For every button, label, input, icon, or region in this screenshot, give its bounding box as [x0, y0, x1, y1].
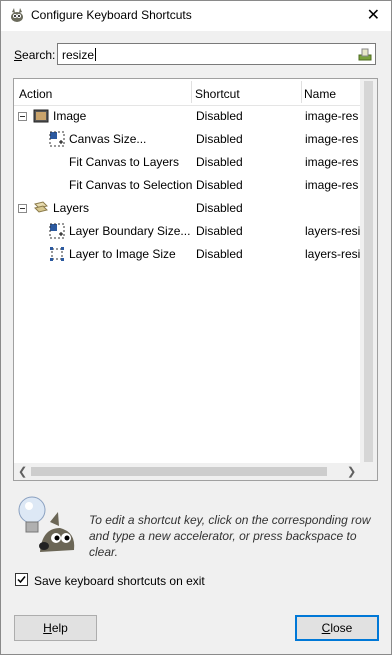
column-divider — [301, 81, 302, 103]
collapse-icon[interactable] — [18, 112, 27, 121]
column-header-shortcut[interactable]: Shortcut — [195, 87, 240, 101]
search-label: Search: — [14, 48, 56, 62]
save-shortcuts-checkbox[interactable] — [15, 573, 28, 586]
gimp-app-icon — [11, 8, 23, 22]
window-title: Configure Keyboard Shortcuts — [31, 8, 192, 22]
horizontal-scroll-thumb[interactable] — [31, 467, 327, 476]
close-button[interactable]: Close — [295, 615, 379, 641]
layer-to-image-icon — [50, 247, 64, 261]
clear-search-icon[interactable] — [358, 47, 372, 61]
horizontal-scrollbar[interactable]: ❮ ❯ — [14, 463, 377, 480]
image-icon — [33, 109, 49, 123]
search-input-value: resize — [62, 48, 97, 62]
layer-boundary-icon — [49, 223, 65, 239]
wilber-lightbulb-icon — [18, 496, 75, 552]
checkmark-icon — [17, 576, 26, 584]
search-label-mnemonic: S — [14, 48, 23, 62]
scroll-right-icon[interactable]: ❯ — [347, 465, 356, 478]
column-divider — [191, 81, 192, 103]
help-button[interactable]: Help — [14, 615, 97, 641]
table-row[interactable]: Fit Canvas to Selection Disabled image-r… — [14, 174, 361, 197]
table-row[interactable]: Layers Disabled — [14, 197, 361, 220]
collapse-icon[interactable] — [18, 204, 27, 213]
window-close-icon[interactable]: ✕ — [367, 5, 380, 25]
title-bar: Configure Keyboard Shortcuts ✕ — [0, 0, 392, 31]
table-row[interactable]: Layer to Image Size Disabled layers-resi — [14, 243, 361, 266]
table-row[interactable]: Canvas Size... Disabled image-res — [14, 128, 361, 151]
column-header: Action Shortcut Name — [14, 79, 361, 106]
search-input[interactable]: resize — [57, 43, 376, 65]
table-row[interactable]: Layer Boundary Size... Disabled layers-r… — [14, 220, 361, 243]
vertical-scrollbar[interactable] — [360, 79, 377, 464]
canvas-size-icon — [49, 131, 65, 147]
table-row[interactable]: Image Disabled image-res — [14, 105, 361, 128]
shortcuts-tree[interactable]: Action Shortcut Name Image Disabled imag… — [13, 78, 378, 481]
text-cursor — [95, 48, 97, 61]
save-shortcuts-label[interactable]: Save keyboard shortcuts on exit — [34, 574, 205, 588]
vertical-scroll-thumb[interactable] — [364, 81, 373, 462]
table-row[interactable]: Fit Canvas to Layers Disabled image-res — [14, 151, 361, 174]
column-header-action[interactable]: Action — [19, 87, 52, 101]
column-header-name[interactable]: Name — [304, 87, 336, 101]
hint-text: To edit a shortcut key, click on the cor… — [89, 513, 371, 559]
layers-icon — [34, 201, 48, 213]
scroll-left-icon[interactable]: ❮ — [18, 465, 27, 478]
